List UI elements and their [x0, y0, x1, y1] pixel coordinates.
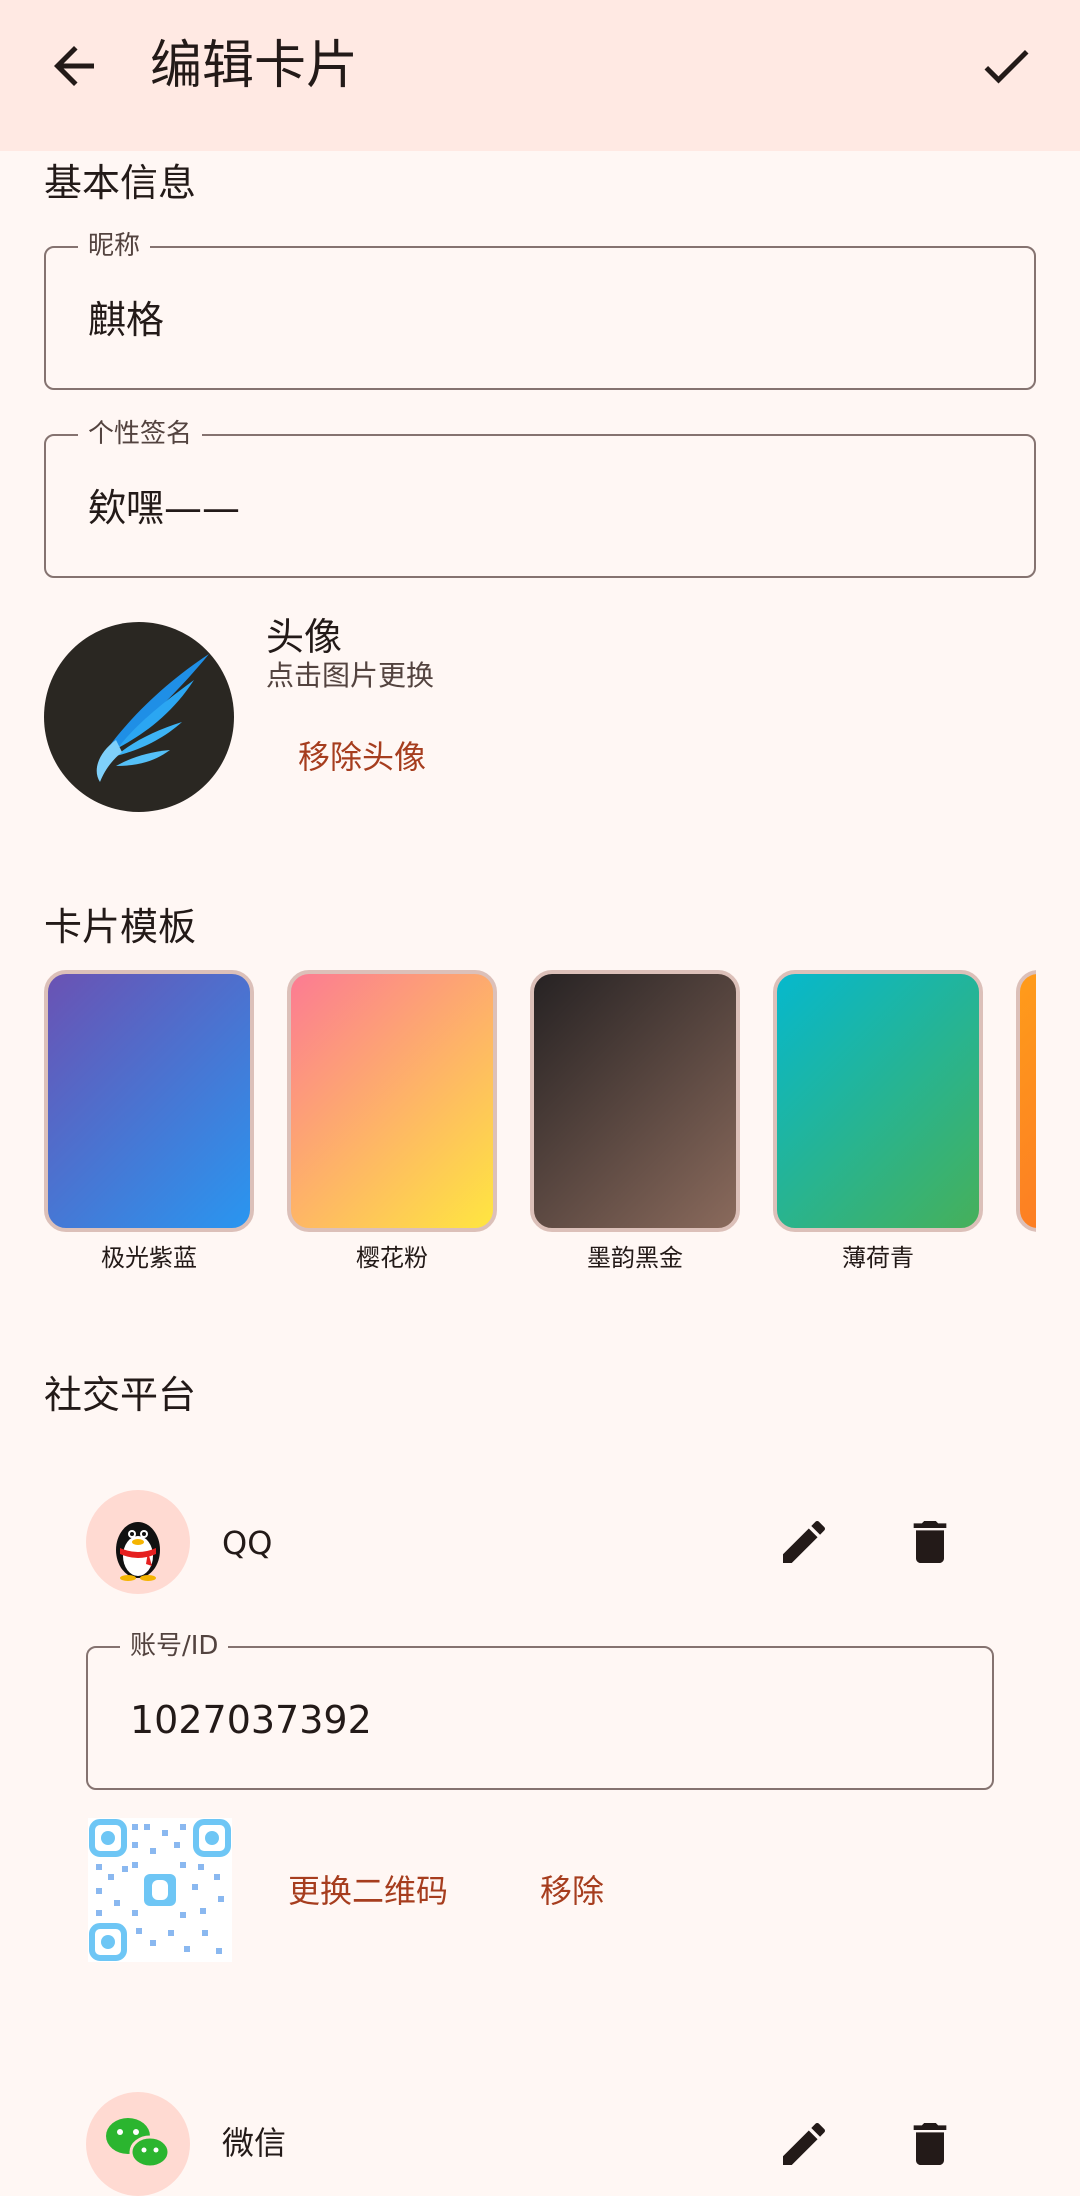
- delete-trash-icon[interactable]: [902, 1514, 958, 1570]
- wechat-icon: [86, 2092, 190, 2196]
- delete-trash-icon[interactable]: [902, 2116, 958, 2172]
- qq-penguin-icon: [86, 1490, 190, 1594]
- template-item[interactable]: 极光紫蓝: [44, 970, 254, 1274]
- nickname-field[interactable]: 昵称: [44, 230, 1036, 390]
- nickname-input[interactable]: [88, 296, 968, 344]
- avatar-title: 头像: [266, 615, 343, 659]
- change-qr-button[interactable]: 更换二维码: [288, 1870, 448, 1912]
- template-item[interactable]: 樱花粉: [287, 970, 497, 1274]
- nickname-label: 昵称: [78, 230, 151, 262]
- wing-logo-icon: [96, 654, 209, 782]
- social-platforms-heading: 社交平台: [44, 1373, 197, 1417]
- edit-pencil-icon[interactable]: [776, 1514, 832, 1570]
- template-name: 樱花粉: [356, 1244, 428, 1272]
- qq-account-field[interactable]: 账号/ID: [86, 1630, 1010, 1790]
- signature-label: 个性签名: [78, 418, 203, 450]
- template-preview-card[interactable]: [773, 970, 983, 1232]
- platform-name-qq: QQ: [222, 1524, 273, 1562]
- template-preview-card[interactable]: [1016, 970, 1036, 1232]
- template-item[interactable]: 墨韵黑金: [530, 970, 740, 1274]
- template-carousel[interactable]: 极光紫蓝 樱花粉 墨韵黑金 薄荷青: [0, 960, 1036, 1290]
- template-preview-card[interactable]: [44, 970, 254, 1232]
- check-icon[interactable]: [976, 36, 1036, 96]
- template-name: 薄荷青: [842, 1244, 914, 1272]
- template-preview-card[interactable]: [530, 970, 740, 1232]
- top-app-bar: 编辑卡片: [0, 0, 1080, 151]
- edit-pencil-icon[interactable]: [776, 2116, 832, 2172]
- template-item[interactable]: 薄荷青: [773, 970, 983, 1274]
- card-templates-heading: 卡片模板: [44, 905, 197, 949]
- account-id-label: 账号/ID: [120, 1630, 229, 1662]
- signature-field[interactable]: 个性签名: [44, 418, 1036, 578]
- template-name: 极光紫蓝: [101, 1244, 197, 1272]
- page-title: 编辑卡片: [150, 36, 359, 96]
- platform-name-wechat: 微信: [222, 2124, 287, 2162]
- remove-qr-button[interactable]: 移除: [540, 1870, 604, 1912]
- signature-input[interactable]: [88, 484, 968, 532]
- qr-code-image[interactable]: [88, 1818, 232, 1962]
- template-preview-card[interactable]: [287, 970, 497, 1232]
- back-arrow-icon[interactable]: [44, 36, 104, 96]
- template-name: 墨韵黑金: [587, 1244, 683, 1272]
- qq-account-input[interactable]: [130, 1696, 1010, 1744]
- basic-info-heading: 基本信息: [44, 161, 197, 205]
- remove-avatar-button[interactable]: 移除头像: [298, 736, 426, 778]
- avatar-hint: 点击图片更换: [266, 659, 435, 692]
- avatar-image[interactable]: [44, 622, 234, 812]
- template-item[interactable]: [1016, 970, 1036, 1242]
